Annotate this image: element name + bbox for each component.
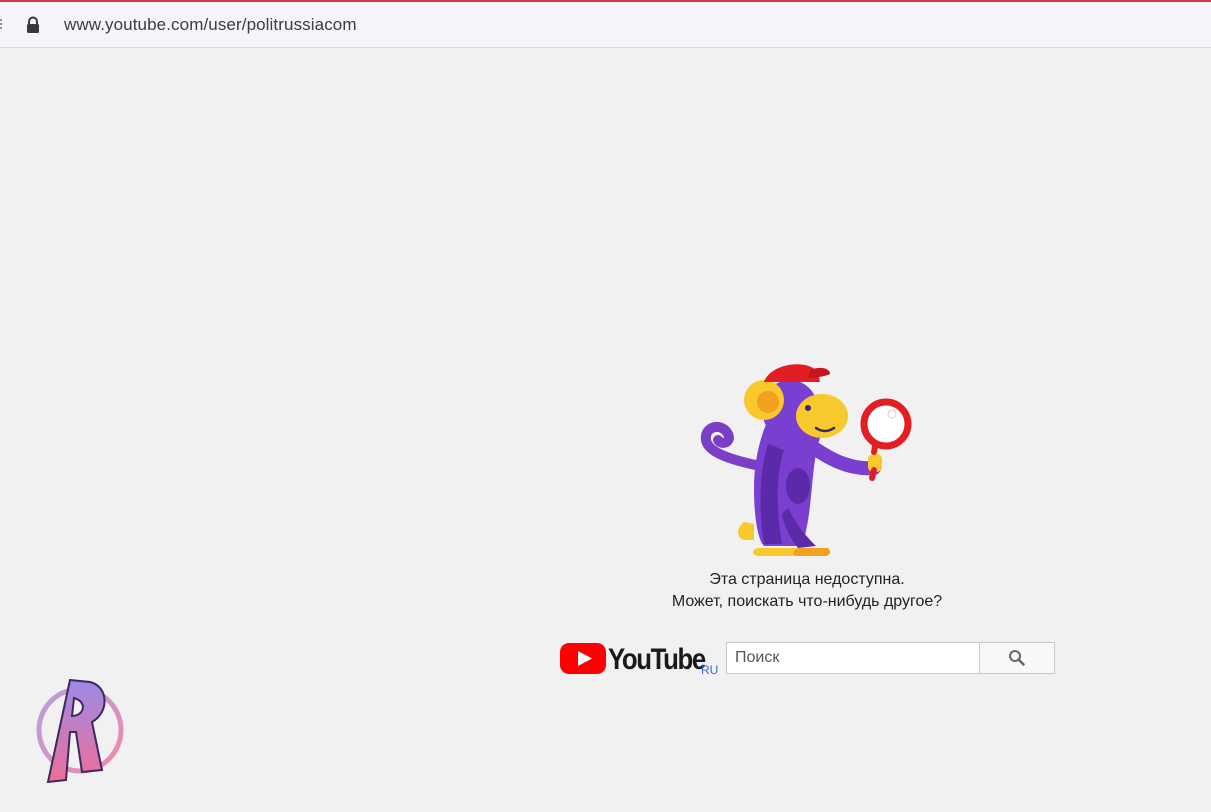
monkey-with-magnifier-icon (700, 364, 912, 556)
search-input[interactable] (726, 642, 980, 674)
region-code: RU (701, 663, 719, 677)
url-text[interactable]: www.youtube.com/user/politrussiacom (64, 15, 357, 35)
menu-dots-icon[interactable] (0, 19, 4, 31)
search-button[interactable] (980, 642, 1055, 674)
lock-icon[interactable] (25, 16, 41, 34)
address-bar[interactable]: www.youtube.com/user/politrussiacom (0, 2, 1211, 48)
watermark-logo (36, 678, 124, 784)
error-message-line1: Эта страница недоступна. (709, 571, 905, 588)
search-icon (1009, 650, 1025, 666)
youtube-logo[interactable]: YouTube RU (560, 643, 724, 679)
error-message-line2: Может, поискать что-нибудь другое? (671, 593, 943, 610)
youtube-play-icon (560, 643, 606, 674)
youtube-wordmark: YouTube (608, 643, 706, 676)
